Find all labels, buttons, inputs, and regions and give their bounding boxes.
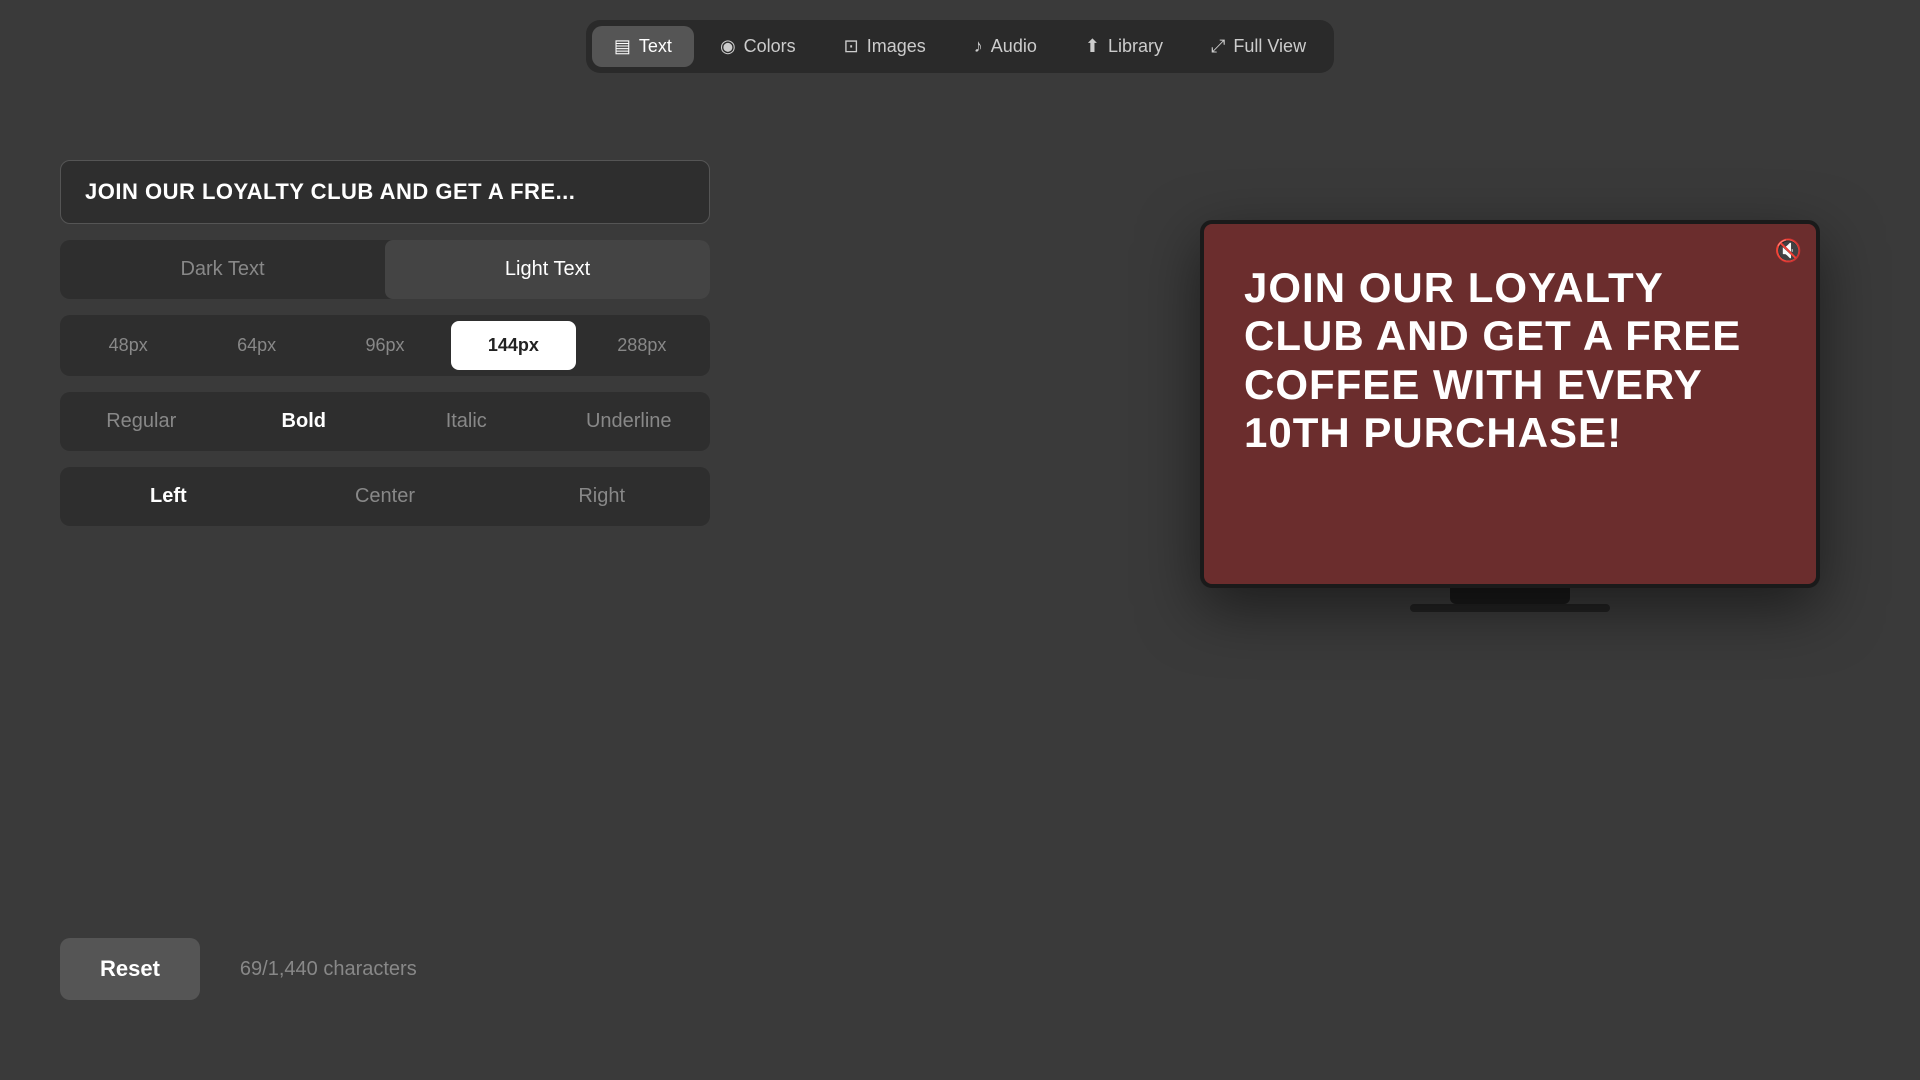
bottom-controls: Reset 69/1,440 characters <box>60 938 417 1000</box>
size-96px-btn[interactable]: 96px <box>323 321 447 370</box>
size-64px-btn[interactable]: 64px <box>194 321 318 370</box>
tv-base <box>1410 604 1610 612</box>
tab-library[interactable]: ⬆ Library <box>1063 26 1185 67</box>
align-center-btn[interactable]: Center <box>277 467 494 526</box>
char-count: 69/1,440 characters <box>240 958 417 981</box>
fullview-icon: ⤢ <box>1211 36 1225 57</box>
text-style-row: Regular Bold Italic Underline <box>60 392 710 451</box>
size-288px-btn[interactable]: 288px <box>580 321 704 370</box>
align-right-btn[interactable]: Right <box>493 467 710 526</box>
align-left-btn[interactable]: Left <box>60 467 277 526</box>
tab-images-label: Images <box>867 36 926 57</box>
colors-icon: ◉ <box>720 36 736 57</box>
tab-colors-label: Colors <box>744 36 796 57</box>
tab-audio[interactable]: ♪ Audio <box>952 26 1059 67</box>
left-panel: JOIN OUR LOYALTY CLUB AND GET A FRE... D… <box>60 160 710 526</box>
tab-library-label: Library <box>1108 36 1163 57</box>
style-bold-btn[interactable]: Bold <box>223 392 386 451</box>
tab-fullview-label: Full View <box>1233 36 1306 57</box>
light-text-btn[interactable]: Light Text <box>385 240 710 299</box>
text-input-value: JOIN OUR LOYALTY CLUB AND GET A FRE... <box>85 179 575 204</box>
tv-frame: 🔇 JOIN OUR LOYALTY CLUB AND GET A FREE C… <box>1200 220 1820 588</box>
images-icon: ⊡ <box>844 36 859 57</box>
alignment-row: Left Center Right <box>60 467 710 526</box>
audio-icon: ♪ <box>974 36 983 57</box>
style-italic-btn[interactable]: Italic <box>385 392 548 451</box>
top-navigation: ▤ Text ◉ Colors ⊡ Images ♪ Audio ⬆ Libra… <box>0 0 1920 93</box>
nav-container: ▤ Text ◉ Colors ⊡ Images ♪ Audio ⬆ Libra… <box>586 20 1334 73</box>
mute-icon[interactable]: 🔇 <box>1775 238 1802 264</box>
text-input[interactable]: JOIN OUR LOYALTY CLUB AND GET A FRE... <box>60 160 710 224</box>
text-icon: ▤ <box>614 36 631 57</box>
size-48px-btn[interactable]: 48px <box>66 321 190 370</box>
tab-audio-label: Audio <box>991 36 1037 57</box>
font-size-row: 48px 64px 96px 144px 288px <box>60 315 710 376</box>
reset-button[interactable]: Reset <box>60 938 200 1000</box>
preview-text: JOIN OUR LOYALTY CLUB AND GET A FREE COF… <box>1244 264 1776 457</box>
tab-fullview[interactable]: ⤢ Full View <box>1189 26 1328 67</box>
style-regular-btn[interactable]: Regular <box>60 392 223 451</box>
tv-stand <box>1450 588 1570 604</box>
dark-text-btn[interactable]: Dark Text <box>60 240 385 299</box>
tv-screen: 🔇 JOIN OUR LOYALTY CLUB AND GET A FREE C… <box>1204 224 1816 584</box>
tab-images[interactable]: ⊡ Images <box>822 26 948 67</box>
tv-preview: 🔇 JOIN OUR LOYALTY CLUB AND GET A FREE C… <box>1200 220 1820 612</box>
style-underline-btn[interactable]: Underline <box>548 392 711 451</box>
tab-colors[interactable]: ◉ Colors <box>698 26 818 67</box>
text-color-toggle: Dark Text Light Text <box>60 240 710 299</box>
size-144px-btn[interactable]: 144px <box>451 321 575 370</box>
tab-text-label: Text <box>639 36 672 57</box>
library-icon: ⬆ <box>1085 36 1100 57</box>
tab-text[interactable]: ▤ Text <box>592 26 694 67</box>
